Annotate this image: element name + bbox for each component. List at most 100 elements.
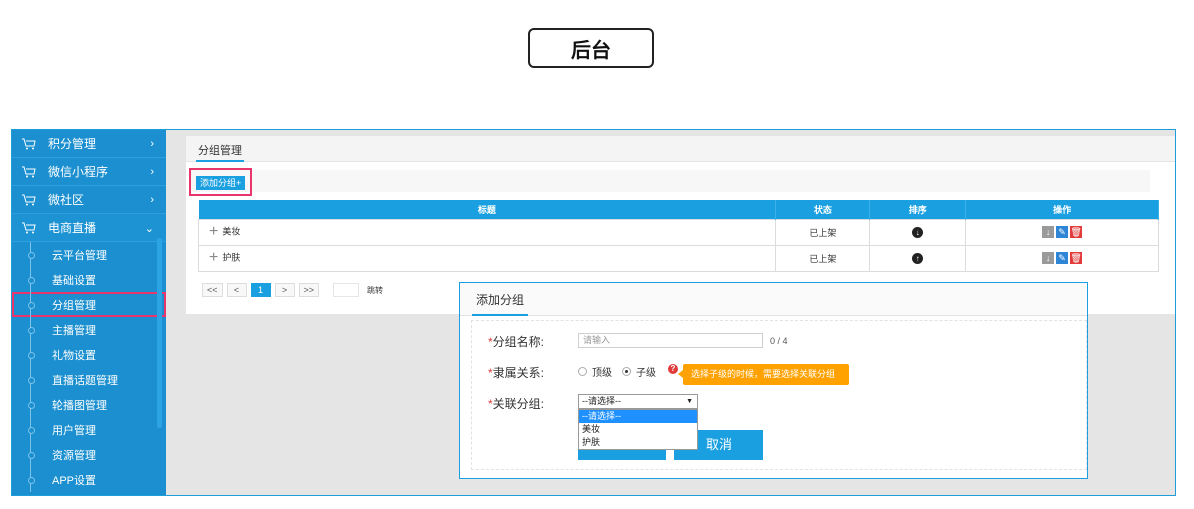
row-status: 已上架 (775, 244, 871, 272)
link-group-select[interactable]: --请选择-- ▼ (578, 394, 698, 409)
sidebar-item-label: 主播管理 (52, 324, 96, 337)
group-name-input[interactable]: 请输入 (578, 333, 763, 348)
radio-circle[interactable] (578, 367, 587, 376)
tree-node-icon (28, 417, 35, 442)
char-counter: 0 / 4 (770, 336, 788, 346)
cart-icon (22, 222, 36, 233)
pagination: << < 1 > >> 跳转 (202, 283, 383, 297)
sidebar-item-label: 基础设置 (52, 274, 96, 287)
sidebar-item-gift-settings[interactable]: 礼物设置 (12, 342, 166, 367)
page-jump-input[interactable] (333, 283, 360, 297)
sidebar-item-label: APP设置 (52, 474, 97, 487)
sidebar-item-label: 用户管理 (52, 424, 96, 437)
radio-child-level[interactable]: 子级 (622, 364, 656, 379)
add-group-button[interactable]: 添加分组+ (196, 176, 246, 190)
tree-node-icon (28, 317, 35, 342)
sidebar-item-carousel[interactable]: 轮播图管理 (12, 392, 166, 417)
sidebar-menu-label: 微社区 (48, 193, 85, 207)
cart-icon (22, 138, 36, 149)
column-header-sort: 排序 (869, 200, 967, 219)
sidebar-item-group-management[interactable]: 分组管理 (12, 292, 166, 317)
row-title: 美妆 (222, 226, 241, 237)
table-row: + 护肤 已上架 ↑ ↓ ✎ 🗑 (197, 244, 1159, 272)
select-option[interactable]: --请选择-- (579, 410, 697, 423)
tree-node-icon (28, 367, 35, 392)
radio-circle[interactable] (622, 367, 631, 376)
sidebar-menu-label: 电商直播 (48, 221, 97, 235)
group-name-label: *分组名称: (488, 335, 545, 349)
page-first-button[interactable]: << (202, 283, 223, 297)
download-icon[interactable]: ↓ (1042, 226, 1055, 238)
arrow-down-circle-icon[interactable]: ↓ (912, 226, 924, 238)
radio-label: 顶级 (592, 368, 612, 379)
sidebar-item-resources[interactable]: 资源管理 (12, 442, 166, 467)
column-header-actions: 操作 (965, 200, 1159, 219)
sidebar-item-anchor-management[interactable]: 主播管理 (12, 317, 166, 342)
edit-icon[interactable]: ✎ (1056, 226, 1069, 238)
trash-icon[interactable]: 🗑 (1070, 252, 1083, 264)
sidebar-menu-wechat-miniprogram[interactable]: 微信小程序 › (12, 158, 166, 186)
sidebar-menu-label: 微信小程序 (48, 165, 109, 179)
tree-node-icon (28, 442, 35, 467)
link-group-label: *关联分组: (488, 397, 545, 411)
chevron-right-icon: › (150, 138, 154, 150)
row-actions-cell: ↓ ✎ 🗑 (965, 244, 1159, 272)
tree-node-icon (28, 392, 35, 417)
tree-node-icon (28, 342, 35, 367)
expand-plus-icon[interactable]: + (209, 249, 218, 266)
page-prev-button[interactable]: < (226, 283, 247, 297)
download-icon[interactable]: ↓ (1042, 252, 1055, 264)
page-last-button[interactable]: >> (298, 283, 320, 297)
row-sort-cell: ↓ (869, 218, 967, 246)
sidebar-menu-points[interactable]: 积分管理 › (12, 130, 166, 158)
table-row: + 美妆 已上架 ↓ ↓ ✎ 🗑 (197, 218, 1159, 246)
select-option[interactable]: 美妆 (579, 423, 697, 436)
select-value: --请选择-- (582, 396, 621, 406)
row-title-cell: + 美妆 (197, 218, 777, 246)
dialog-form: *分组名称: 请输入 0 / 4 *隶属关系: 顶级 子级 ? 选择子级的时候，… (471, 320, 1087, 470)
row-status: 已上架 (775, 218, 871, 246)
sidebar-item-app-settings[interactable]: APP设置 (12, 467, 166, 492)
toolbar (190, 170, 1150, 192)
chevron-right-icon: › (150, 194, 154, 206)
help-question-icon[interactable]: ? (668, 364, 678, 374)
sidebar-menu-community[interactable]: 微社区 › (12, 186, 166, 214)
page-title: 后台 (528, 28, 654, 68)
expand-plus-icon[interactable]: + (209, 223, 218, 240)
row-actions-cell: ↓ ✎ 🗑 (965, 218, 1159, 246)
tree-node-icon (28, 467, 35, 492)
page-current-button[interactable]: 1 (250, 283, 271, 297)
cart-icon (22, 194, 36, 205)
chevron-down-icon: ⌄ (144, 223, 154, 235)
page-next-button[interactable]: > (274, 283, 295, 297)
tree-node-icon (28, 292, 35, 317)
select-option[interactable]: 护肤 (579, 436, 697, 449)
tooltip: 选择子级的时候，需要选择关联分组 (678, 364, 849, 385)
sidebar-menu-live-commerce[interactable]: 电商直播 ⌄ (12, 214, 166, 242)
sidebar-item-live-topics[interactable]: 直播话题管理 (12, 367, 166, 392)
sidebar-item-label: 资源管理 (52, 449, 96, 462)
trash-icon[interactable]: 🗑 (1070, 226, 1083, 238)
sidebar-item-label: 直播话题管理 (52, 374, 118, 387)
dialog-header: 添加分组 (460, 283, 1087, 316)
tab-add-group[interactable]: 添加分组 (472, 291, 529, 316)
radio-label: 子级 (636, 368, 656, 379)
arrow-up-circle-icon[interactable]: ↑ (912, 252, 924, 264)
sidebar-item-cloud-platform[interactable]: 云平台管理 (12, 242, 166, 267)
sidebar-scrollbar[interactable] (157, 238, 162, 428)
tab-bar: 分组管理 (186, 136, 1175, 162)
page-jump-button[interactable]: 跳转 (367, 285, 383, 296)
sidebar-item-basic-settings[interactable]: 基础设置 (12, 267, 166, 292)
radio-top-level[interactable]: 顶级 (578, 364, 612, 379)
edit-icon[interactable]: ✎ (1056, 252, 1069, 264)
caret-down-icon: ▼ (686, 398, 693, 405)
column-header-title: 标题 (198, 200, 777, 219)
tab-group-management[interactable]: 分组管理 (196, 142, 244, 162)
select-dropdown: --请选择-- 美妆 护肤 (578, 409, 698, 450)
cart-icon (22, 166, 36, 177)
sidebar-item-users[interactable]: 用户管理 (12, 417, 166, 442)
tree-node-icon (28, 242, 35, 267)
tree-node-icon (28, 267, 35, 292)
group-table: 标题 状态 排序 操作 + 美妆 已上架 ↓ ↓ ✎ 🗑 + 护肤 已上架 ↑ … (197, 200, 1159, 272)
sidebar-item-label: 轮播图管理 (52, 399, 107, 412)
